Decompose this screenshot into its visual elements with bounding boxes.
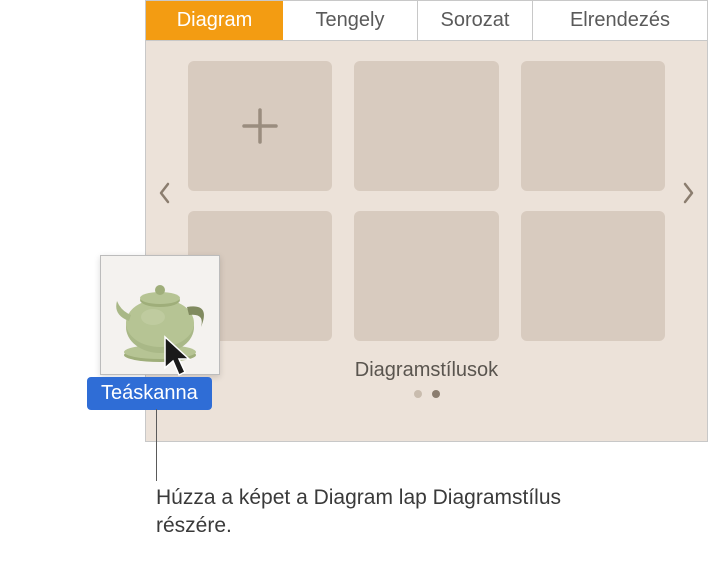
drag-thumbnail[interactable] [100, 255, 220, 375]
style-tile[interactable] [521, 211, 665, 341]
drag-file-label: Teáskanna [87, 377, 212, 410]
tab-tengely[interactable]: Tengely [283, 1, 418, 40]
style-tile-add[interactable] [188, 61, 332, 191]
teapot-icon [105, 265, 215, 365]
styles-next-arrow[interactable] [677, 181, 701, 212]
chart-styles-area: Diagramstílusok [146, 41, 707, 441]
inspector-panel: Diagram Tengely Sorozat Elrendezés [145, 0, 708, 442]
chevron-left-icon [157, 181, 171, 205]
style-tile[interactable] [354, 211, 498, 341]
page-dots [178, 390, 675, 398]
tab-elrendezes[interactable]: Elrendezés [533, 1, 707, 40]
style-grid [188, 61, 665, 341]
tab-sorozat[interactable]: Sorozat [418, 1, 533, 40]
page-dot-1[interactable] [414, 390, 422, 398]
tab-bar: Diagram Tengely Sorozat Elrendezés [146, 1, 707, 41]
style-tile[interactable] [521, 61, 665, 191]
page-dot-2[interactable] [432, 390, 440, 398]
styles-prev-arrow[interactable] [152, 181, 176, 212]
callout-text: Húzza a képet a Diagram lap Diagramstílu… [156, 484, 636, 541]
callout-line [156, 409, 157, 481]
chevron-right-icon [682, 181, 696, 205]
plus-icon [238, 104, 282, 148]
styles-section-label: Diagramstílusok [178, 359, 675, 382]
style-tile[interactable] [354, 61, 498, 191]
tab-diagram[interactable]: Diagram [146, 1, 283, 40]
